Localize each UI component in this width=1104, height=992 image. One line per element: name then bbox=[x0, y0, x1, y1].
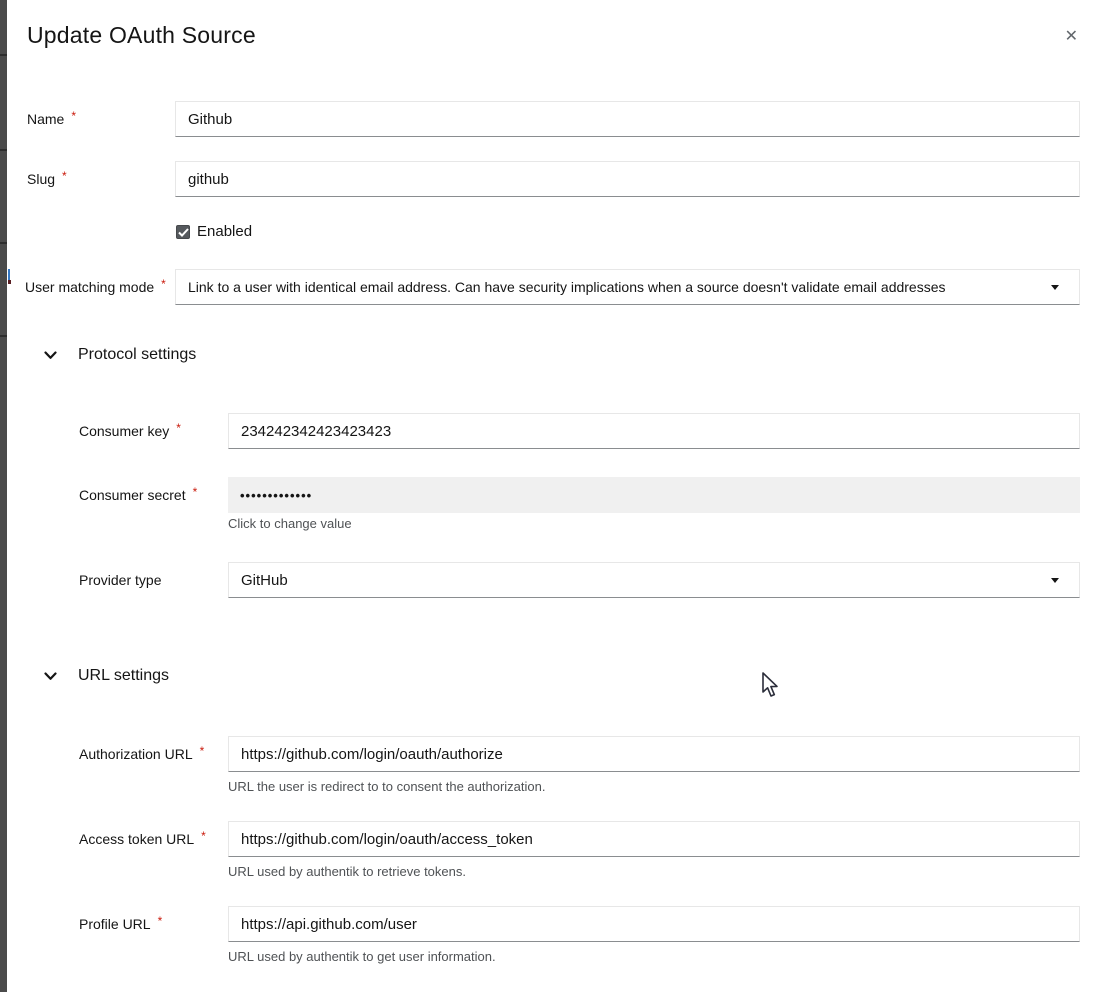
consumer-key-label-text: Consumer key bbox=[79, 423, 169, 439]
authorization-url-label-text: Authorization URL bbox=[79, 746, 193, 762]
close-icon[interactable]: ✕ bbox=[1065, 28, 1078, 44]
name-input[interactable] bbox=[175, 101, 1080, 137]
profile-url-label: Profile URL * bbox=[79, 906, 162, 943]
section-url-settings[interactable]: URL settings bbox=[44, 667, 169, 685]
section-protocol-settings[interactable]: Protocol settings bbox=[44, 346, 196, 364]
required-asterisk: * bbox=[158, 914, 163, 928]
slug-label-text: Slug bbox=[27, 171, 55, 187]
authorization-url-input[interactable] bbox=[228, 736, 1080, 772]
enabled-label: Enabled bbox=[197, 223, 252, 241]
user-matching-mode-value: Link to a user with identical email addr… bbox=[188, 279, 1043, 295]
user-matching-mode-label: User matching mode * bbox=[25, 269, 166, 306]
background-focus-artifact bbox=[8, 280, 11, 284]
consumer-key-input[interactable] bbox=[228, 413, 1080, 449]
section-title: URL settings bbox=[78, 667, 169, 685]
name-label-text: Name bbox=[27, 111, 64, 127]
access-token-url-helper: URL used by authentik to retrieve tokens… bbox=[228, 864, 466, 879]
section-title: Protocol settings bbox=[78, 346, 196, 364]
divider bbox=[0, 335, 7, 337]
consumer-secret-label: Consumer secret * bbox=[79, 477, 197, 514]
authorization-url-label: Authorization URL * bbox=[79, 736, 204, 773]
update-oauth-source-modal: Update OAuth Source ✕ Name * Slug * Enable… bbox=[0, 0, 1104, 992]
mouse-cursor-icon bbox=[761, 672, 781, 699]
slug-label: Slug * bbox=[27, 161, 67, 198]
slug-input[interactable] bbox=[175, 161, 1080, 197]
chevron-down-icon bbox=[44, 351, 57, 360]
consumer-secret-helper[interactable]: Click to change value bbox=[228, 516, 352, 531]
access-token-url-input[interactable] bbox=[228, 821, 1080, 857]
divider bbox=[0, 149, 7, 151]
provider-type-select[interactable]: GitHub bbox=[228, 562, 1080, 598]
divider bbox=[0, 54, 7, 56]
chevron-down-icon bbox=[1051, 578, 1059, 583]
profile-url-helper: URL used by authentik to get user inform… bbox=[228, 949, 496, 964]
enabled-checkbox[interactable] bbox=[176, 225, 190, 239]
chevron-down-icon bbox=[44, 672, 57, 681]
required-asterisk: * bbox=[176, 421, 181, 435]
checkmark-icon bbox=[178, 228, 189, 237]
required-asterisk: * bbox=[62, 169, 67, 183]
provider-type-label: Provider type bbox=[79, 562, 161, 598]
provider-type-value: GitHub bbox=[241, 572, 1043, 589]
required-asterisk: * bbox=[71, 109, 76, 123]
consumer-key-label: Consumer key * bbox=[79, 413, 181, 450]
consumer-secret-masked-field[interactable]: ••••••••••••• bbox=[228, 477, 1080, 513]
user-matching-mode-select[interactable]: Link to a user with identical email addr… bbox=[175, 269, 1080, 305]
required-asterisk: * bbox=[200, 744, 205, 758]
profile-url-label-text: Profile URL bbox=[79, 916, 151, 932]
page-title: Update OAuth Source bbox=[27, 22, 256, 49]
masked-secret-dots: ••••••••••••• bbox=[240, 488, 312, 503]
authorization-url-helper: URL the user is redirect to to consent t… bbox=[228, 779, 545, 794]
user-matching-mode-label-text: User matching mode bbox=[25, 279, 154, 295]
required-asterisk: * bbox=[161, 277, 166, 291]
consumer-secret-label-text: Consumer secret bbox=[79, 487, 186, 503]
required-asterisk: * bbox=[201, 829, 206, 843]
access-token-url-label: Access token URL * bbox=[79, 821, 206, 858]
background-sidebar-sliver bbox=[0, 0, 7, 992]
chevron-down-icon bbox=[1051, 285, 1059, 290]
name-label: Name * bbox=[27, 101, 76, 138]
divider bbox=[0, 242, 7, 244]
required-asterisk: * bbox=[193, 485, 198, 499]
access-token-url-label-text: Access token URL bbox=[79, 831, 194, 847]
profile-url-input[interactable] bbox=[228, 906, 1080, 942]
